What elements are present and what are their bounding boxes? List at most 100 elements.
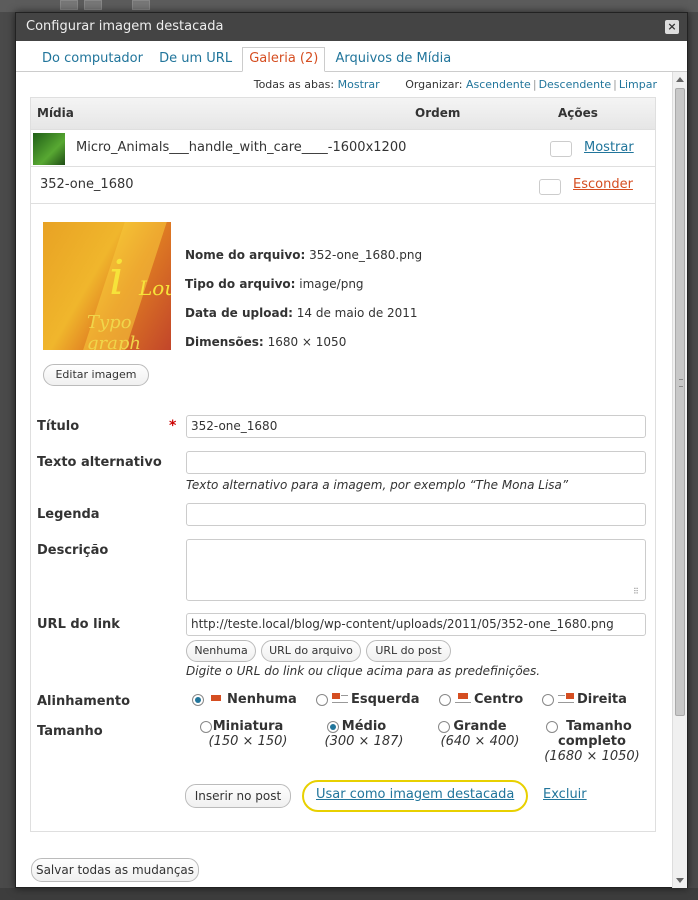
order-field[interactable]	[539, 179, 561, 195]
modal-content: Todas as abas: Mostrar Organizar: Ascend…	[16, 72, 673, 888]
description-label: Descrição	[37, 543, 109, 558]
background-toolbar-button	[60, 0, 78, 10]
align-none-label: Nenhuma	[227, 692, 297, 707]
caption-input[interactable]	[186, 503, 646, 526]
modal-title: Configurar imagem destacada	[26, 19, 224, 34]
media-title: 352-one_1680	[40, 177, 134, 192]
filetype-value: image/png	[299, 277, 364, 291]
caption-label: Legenda	[37, 507, 100, 522]
modal-scrollbar[interactable]	[672, 72, 687, 888]
all-tabs-label: Todas as abas:	[253, 78, 335, 91]
size-large-label: Grande	[453, 719, 507, 734]
edit-image-button[interactable]: Editar imagem	[43, 364, 149, 386]
size-thumbnail-option: Miniatura (150 × 150)	[203, 719, 293, 749]
resize-grip-icon[interactable]: ⠿	[633, 588, 641, 596]
alignment-label: Alinhamento	[37, 694, 131, 709]
size-medium-option: Médio (300 × 187)	[314, 719, 414, 749]
media-actions: Inserir no post Usar como imagem destaca…	[31, 780, 657, 814]
use-as-featured-image-link[interactable]: Usar como imagem destacada	[316, 787, 514, 802]
size-thumbnail-dims: (150 × 150)	[208, 734, 288, 749]
tab-bar: Do computador De um URL Galeria (2) Arqu…	[16, 41, 687, 72]
size-full-label: Tamanho	[566, 719, 632, 734]
image-preview: i Lou Typo graph	[43, 222, 171, 350]
scroll-down-icon[interactable]	[676, 878, 684, 883]
url-file-button[interactable]: URL do arquivo	[261, 640, 361, 662]
size-large-option: Grande (640 × 400)	[430, 719, 530, 749]
size-thumbnail-label: Miniatura	[212, 719, 284, 734]
title-input[interactable]: 352-one_1680	[186, 415, 646, 438]
show-link[interactable]: Mostrar	[584, 140, 634, 155]
size-medium-dims: (300 × 187)	[324, 734, 404, 749]
align-right-label: Direita	[577, 692, 627, 707]
upload-date-value: 14 de maio de 2011	[296, 306, 418, 320]
align-center-radio[interactable]	[439, 694, 451, 706]
table-row: 352-one_1680 Esconder	[31, 167, 655, 204]
file-info: Nome do arquivo: 352-one_1680.png Tipo d…	[185, 248, 422, 364]
header-order: Ordem	[415, 106, 461, 120]
background-toolbar-button	[132, 0, 150, 10]
background-toolbar-button	[84, 0, 102, 10]
save-all-changes-button[interactable]: Salvar todas as mudanças	[31, 858, 199, 882]
filetype-label: Tipo do arquivo:	[185, 277, 296, 291]
featured-image-modal: Configurar imagem destacada × Do computa…	[15, 12, 688, 888]
align-center-label: Centro	[474, 692, 524, 707]
filename-label: Nome do arquivo:	[185, 248, 306, 262]
tab-from-url[interactable]: De um URL	[153, 47, 238, 72]
upload-date-label: Data de upload:	[185, 306, 293, 320]
size-full-option: Tamanho completo (1680 × 1050)	[534, 719, 650, 764]
table-row: Micro_Animals___handle_with_care____-160…	[31, 130, 655, 167]
align-right-icon	[558, 693, 574, 705]
link-url-help: Digite o URL do link ou clique acima par…	[186, 664, 541, 678]
alt-text-input[interactable]	[186, 451, 646, 474]
filename-value: 352-one_1680.png	[309, 248, 423, 262]
description-textarea[interactable]: ⠿	[186, 539, 646, 601]
header-actions: Ações	[558, 106, 598, 120]
link-url-label: URL do link	[37, 617, 120, 632]
hide-link[interactable]: Esconder	[573, 177, 633, 192]
dimensions-label: Dimensões:	[185, 335, 264, 349]
size-label: Tamanho	[37, 724, 103, 739]
table-header: Mídia Ordem Ações	[31, 98, 655, 130]
align-left-label: Esquerda	[351, 692, 420, 707]
size-full-label-line2: completo	[558, 734, 626, 749]
align-left-radio[interactable]	[316, 694, 328, 706]
background-toolbar	[0, 0, 698, 12]
align-right-radio[interactable]	[542, 694, 554, 706]
media-title: Micro_Animals___handle_with_care____-160…	[76, 140, 407, 155]
sort-clear-link[interactable]: Limpar	[619, 78, 657, 91]
background-strip	[0, 888, 698, 900]
tab-media-library[interactable]: Arquivos de Mídia	[329, 47, 457, 72]
size-medium-label: Médio	[341, 719, 387, 734]
title-label: Título	[37, 419, 80, 434]
required-mark: *	[169, 418, 177, 434]
dimensions-value: 1680 × 1050	[267, 335, 347, 349]
align-center-icon	[455, 693, 471, 705]
size-large-dims: (640 × 400)	[440, 734, 520, 749]
close-icon[interactable]: ×	[665, 20, 679, 34]
media-thumbnail	[33, 133, 65, 165]
organize-label: Organizar:	[405, 78, 463, 91]
scroll-up-icon[interactable]	[676, 77, 684, 82]
tab-from-computer[interactable]: Do computador	[36, 47, 149, 72]
align-none-radio[interactable]	[192, 694, 204, 706]
order-field[interactable]	[550, 141, 572, 157]
insert-into-post-button[interactable]: Inserir no post	[185, 784, 291, 808]
url-none-button[interactable]: Nenhuma	[186, 640, 256, 662]
show-all-link[interactable]: Mostrar	[338, 78, 380, 91]
align-left-icon	[332, 693, 348, 705]
modal-titlebar: Configurar imagem destacada ×	[16, 13, 687, 41]
sort-bar: Todas as abas: Mostrar Organizar: Ascend…	[253, 78, 657, 91]
link-url-input[interactable]: http://teste.local/blog/wp-content/uploa…	[186, 613, 646, 636]
scrollbar-thumb[interactable]	[675, 88, 685, 716]
alt-text-help: Texto alternativo para a imagem, por exe…	[186, 478, 569, 492]
size-full-dims: (1680 × 1050)	[544, 749, 640, 764]
sort-descending-link[interactable]: Descendente	[539, 78, 612, 91]
url-post-button[interactable]: URL do post	[366, 640, 451, 662]
tab-gallery[interactable]: Galeria (2)	[242, 47, 326, 72]
header-media: Mídia	[37, 106, 74, 120]
delete-link[interactable]: Excluir	[543, 787, 587, 802]
gallery-table: Mídia Ordem Ações Micro_Animals___handle…	[30, 97, 656, 832]
align-none-icon	[208, 693, 224, 705]
alt-text-label: Texto alternativo	[37, 455, 162, 470]
sort-ascending-link[interactable]: Ascendente	[466, 78, 531, 91]
